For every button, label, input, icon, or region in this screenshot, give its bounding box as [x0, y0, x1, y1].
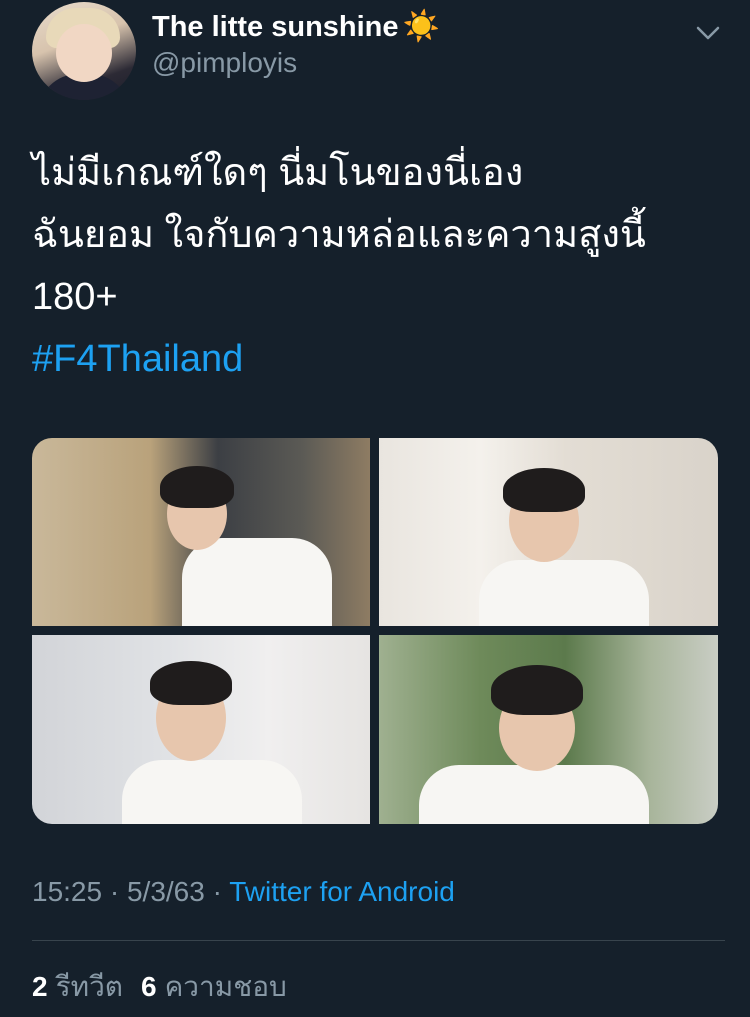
sun-emoji-icon: ☀️	[402, 10, 440, 43]
tweet-meta: 15:25 · 5/3/63 · Twitter for Android	[32, 876, 455, 908]
photo-figure-body	[122, 760, 302, 824]
display-name: The litte sunshine	[152, 10, 399, 43]
photo-figure-body	[182, 538, 332, 626]
tweet-text: ไม่มีเกณฑ์ใดๆ นี่มโนของนี่เอง ฉันยอม ใจก…	[32, 142, 722, 390]
tweet-text-line: ไม่มีเกณฑ์ใดๆ นี่มโนของนี่เอง	[32, 152, 524, 194]
tweet-text-line: ฉันยอม ใจกับความหล่อและความสูงนี้	[32, 214, 646, 256]
likes-label: ความชอบ	[164, 971, 287, 1002]
photo-figure-hair	[503, 468, 585, 512]
tweet-detail: The litte sunshine ☀️ @pimployis ไม่มีเก…	[0, 0, 750, 1017]
media-photo[interactable]	[32, 635, 370, 824]
retweets-label: รีทวีต	[55, 971, 123, 1002]
photo-figure-body	[479, 560, 649, 626]
media-grid	[32, 438, 718, 824]
likes-count: 6	[140, 971, 157, 1002]
tweet-stats: 2 รีทวีต 6 ความชอบ	[32, 965, 305, 1009]
photo-figure-hair	[150, 661, 232, 705]
photo-figure-body	[419, 765, 649, 824]
chevron-down-icon[interactable]	[693, 18, 723, 48]
hashtag-link[interactable]: #F4Thailand	[32, 328, 722, 390]
retweets-stat[interactable]: 2 รีทวีต	[32, 971, 141, 1002]
divider	[32, 940, 725, 941]
tweet-text-line: 180+	[32, 276, 118, 318]
media-photo[interactable]	[379, 438, 718, 626]
retweets-count: 2	[32, 971, 48, 1002]
meta-separator: ·	[204, 876, 230, 907]
avatar-face	[56, 24, 112, 82]
photo-figure-hair	[160, 466, 234, 508]
meta-separator: ·	[102, 876, 127, 907]
author-handle[interactable]: @pimployis	[152, 47, 297, 79]
likes-stat[interactable]: 6 ความชอบ	[141, 971, 305, 1002]
photo-figure-hair	[491, 665, 583, 715]
tweet-date: 5/3/63	[126, 876, 205, 907]
avatar[interactable]	[32, 2, 136, 100]
tweet-time: 15:25	[32, 876, 103, 907]
media-photo[interactable]	[379, 635, 718, 824]
display-name-link[interactable]: The litte sunshine ☀️	[152, 10, 440, 44]
media-photo[interactable]	[32, 438, 370, 626]
tweet-source-link[interactable]: Twitter for Android	[229, 876, 455, 907]
